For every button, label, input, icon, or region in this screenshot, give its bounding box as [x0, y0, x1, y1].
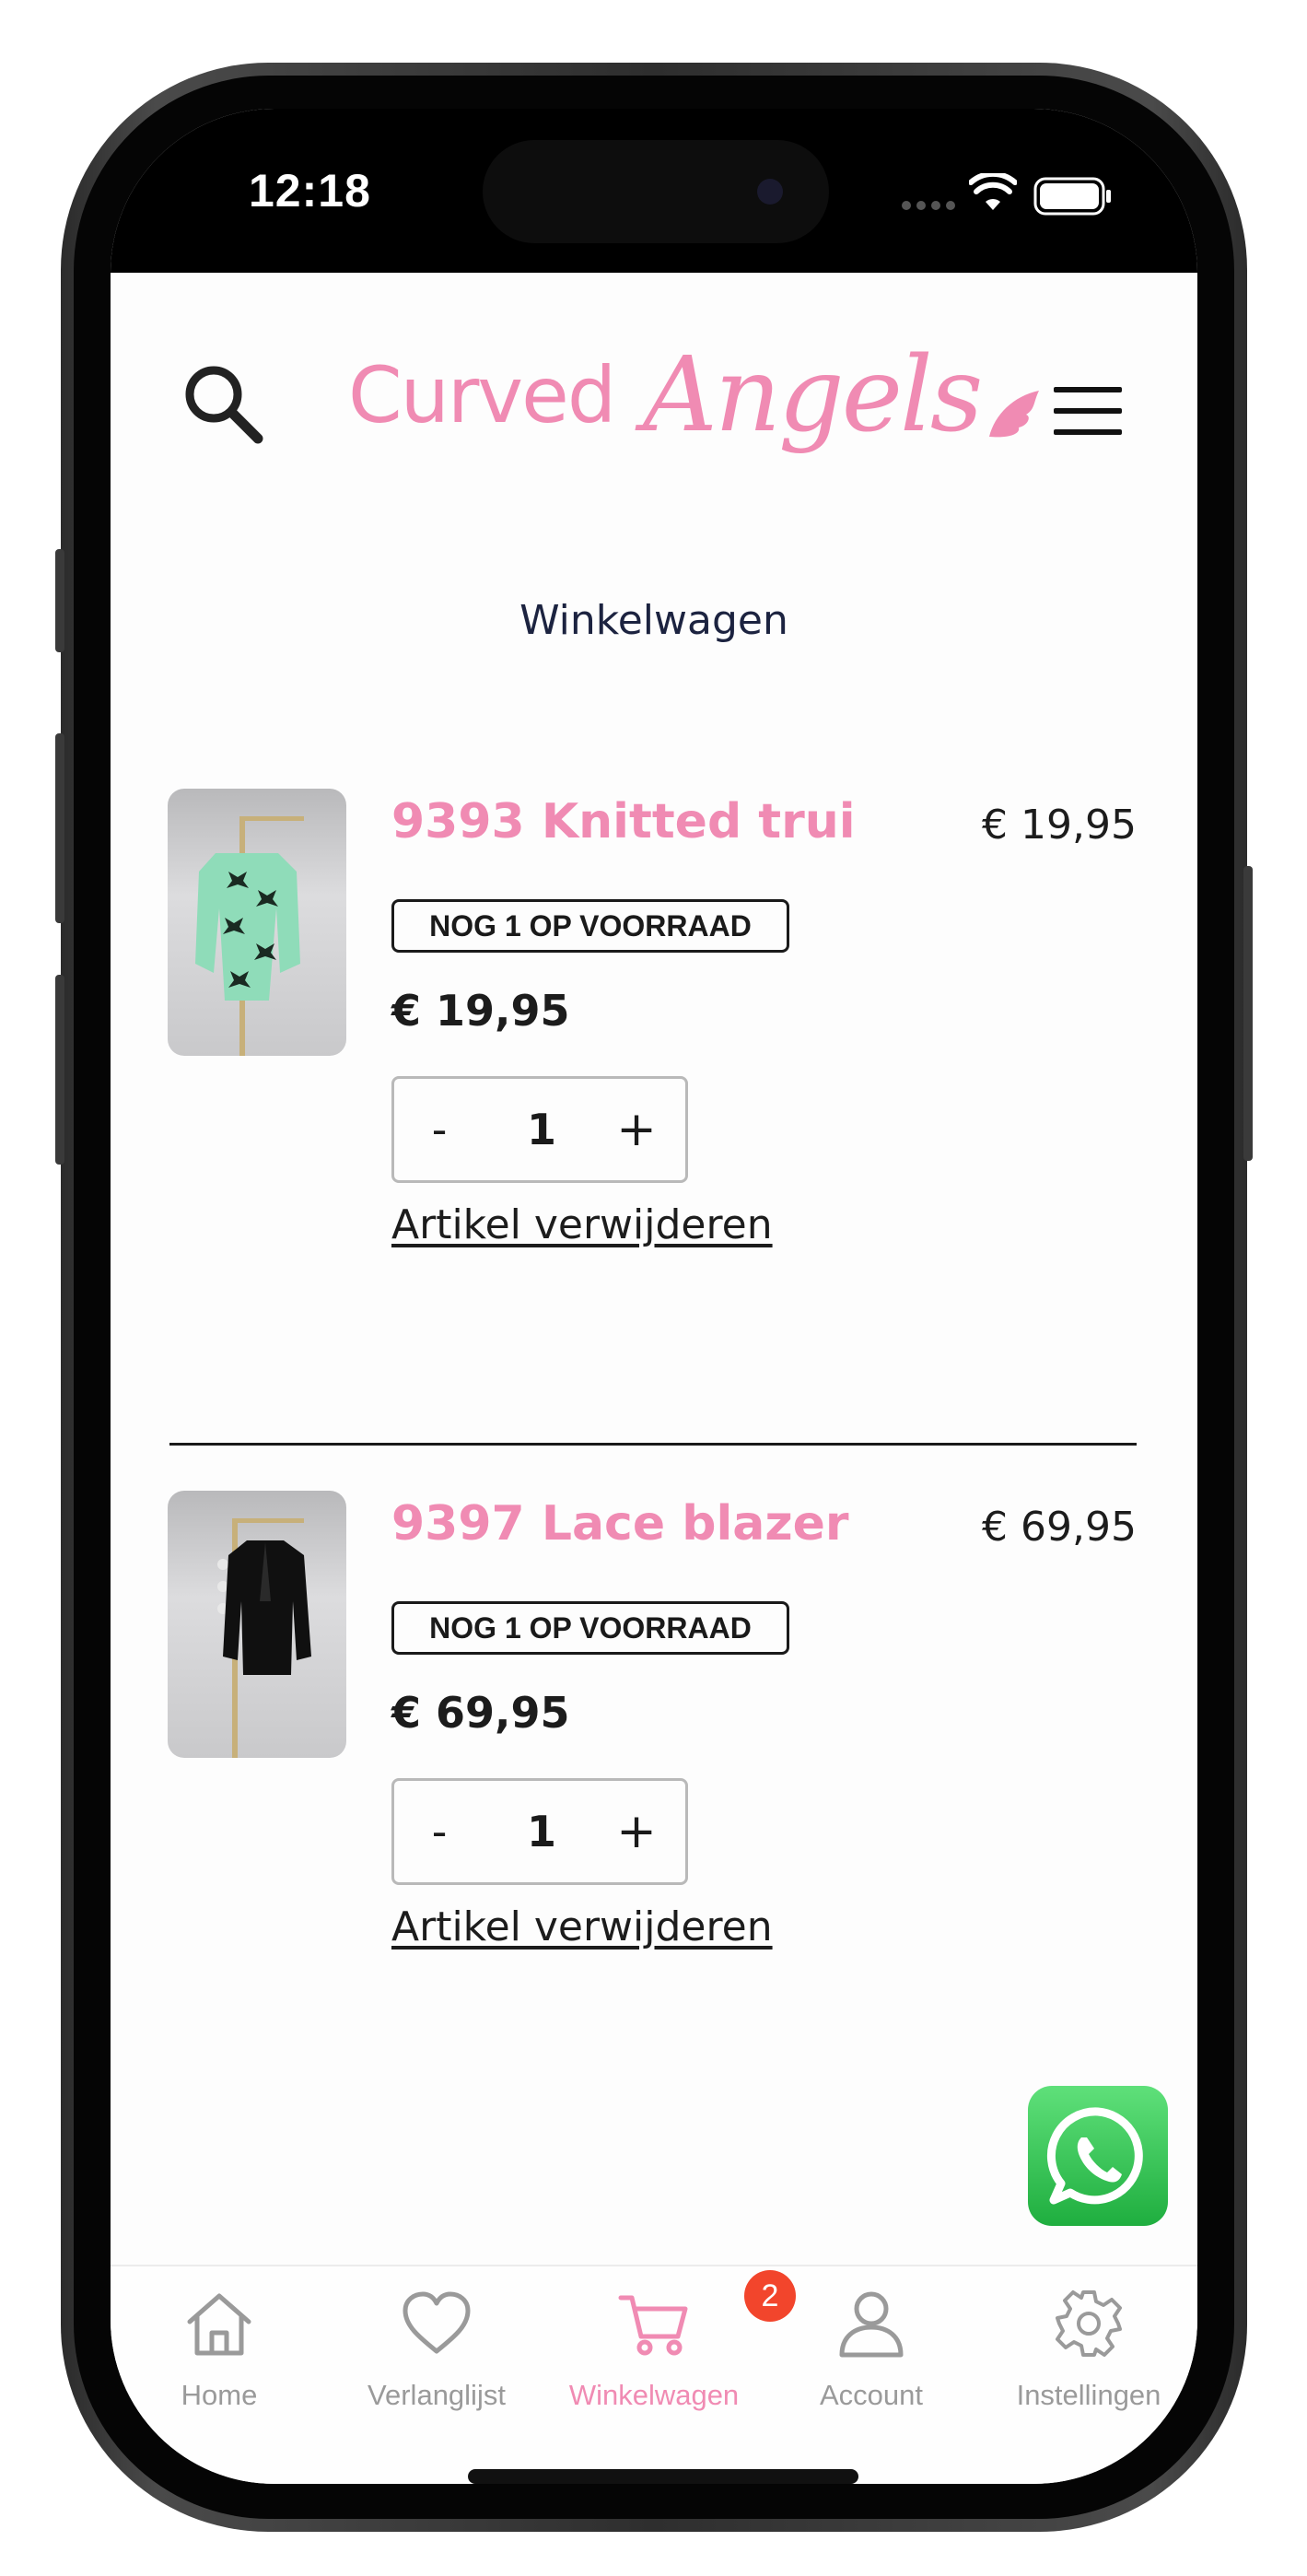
user-icon — [839, 2291, 904, 2358]
search-icon[interactable] — [179, 359, 267, 452]
remove-item-link[interactable]: Artikel verwijderen — [391, 1903, 773, 1950]
item-divider — [169, 1443, 1137, 1446]
line-total: € 69,95 — [982, 1504, 1137, 1551]
status-bar: 12:18 — [111, 109, 1197, 273]
decrease-quantity-button[interactable]: - — [407, 1781, 472, 1882]
stock-badge: NOG 1 OP VOORRAAD — [391, 899, 789, 953]
cellular-signal-icon — [901, 199, 960, 217]
tab-cart[interactable]: Winkelwagen — [545, 2276, 763, 2423]
screen: 12:18 Curved Angels Winkelwagen 9393 Kni… — [111, 109, 1197, 2484]
action-button — [55, 549, 64, 652]
stock-badge: NOG 1 OP VOORRAAD — [391, 1601, 789, 1655]
camera-icon — [757, 179, 783, 205]
quantity-value: 1 — [526, 1807, 556, 1856]
tab-bar: Home Verlanglijst Winkelwagen Account In… — [111, 2265, 1197, 2484]
cart-count-badge: 2 — [744, 2270, 796, 2322]
whatsapp-button[interactable] — [1028, 2086, 1168, 2226]
line-total: € 19,95 — [982, 802, 1137, 849]
product-image[interactable] — [168, 1491, 346, 1758]
quantity-stepper: - 1 + — [391, 1778, 688, 1885]
product-name[interactable]: 9397 Lace blazer — [391, 1496, 849, 1551]
unit-price: € 19,95 — [391, 986, 570, 1036]
unit-price: € 69,95 — [391, 1688, 570, 1738]
wifi-icon — [968, 170, 1018, 217]
power-button — [1243, 866, 1253, 1161]
product-name[interactable]: 9393 Knitted trui — [391, 794, 856, 849]
increase-quantity-button[interactable]: + — [604, 1781, 669, 1882]
tab-label: Verlanglijst — [368, 2379, 506, 2411]
tab-label: Winkelwagen — [568, 2379, 740, 2411]
tab-label: Home — [181, 2379, 258, 2411]
logo-text-curved: Curved — [348, 350, 616, 440]
page-title: Winkelwagen — [519, 597, 788, 644]
gear-icon — [1056, 2290, 1122, 2357]
status-time: 12:18 — [249, 165, 371, 217]
home-icon — [187, 2293, 251, 2356]
tab-wishlist[interactable]: Verlanglijst — [328, 2276, 545, 2423]
quantity-value: 1 — [526, 1105, 556, 1154]
increase-quantity-button[interactable]: + — [604, 1079, 669, 1180]
tab-settings[interactable]: Instellingen — [980, 2276, 1197, 2423]
whatsapp-icon — [1046, 2107, 1143, 2205]
quantity-stepper: - 1 + — [391, 1076, 688, 1183]
volume-up-button — [55, 733, 64, 923]
dynamic-island — [483, 140, 829, 243]
tab-label: Account — [819, 2379, 923, 2411]
remove-item-link[interactable]: Artikel verwijderen — [391, 1201, 773, 1248]
battery-icon — [1033, 177, 1113, 220]
menu-icon[interactable] — [1054, 385, 1122, 441]
product-image[interactable] — [168, 789, 346, 1056]
home-indicator[interactable] — [468, 2469, 858, 2484]
logo-text-angels: Angels — [643, 335, 983, 455]
tab-label: Instellingen — [1016, 2379, 1161, 2411]
heart-icon — [403, 2291, 471, 2354]
tab-home[interactable]: Home — [111, 2276, 328, 2423]
volume-down-button — [55, 975, 64, 1165]
wing-icon — [986, 387, 1043, 445]
cart-icon — [618, 2295, 688, 2356]
decrease-quantity-button[interactable]: - — [407, 1079, 472, 1180]
